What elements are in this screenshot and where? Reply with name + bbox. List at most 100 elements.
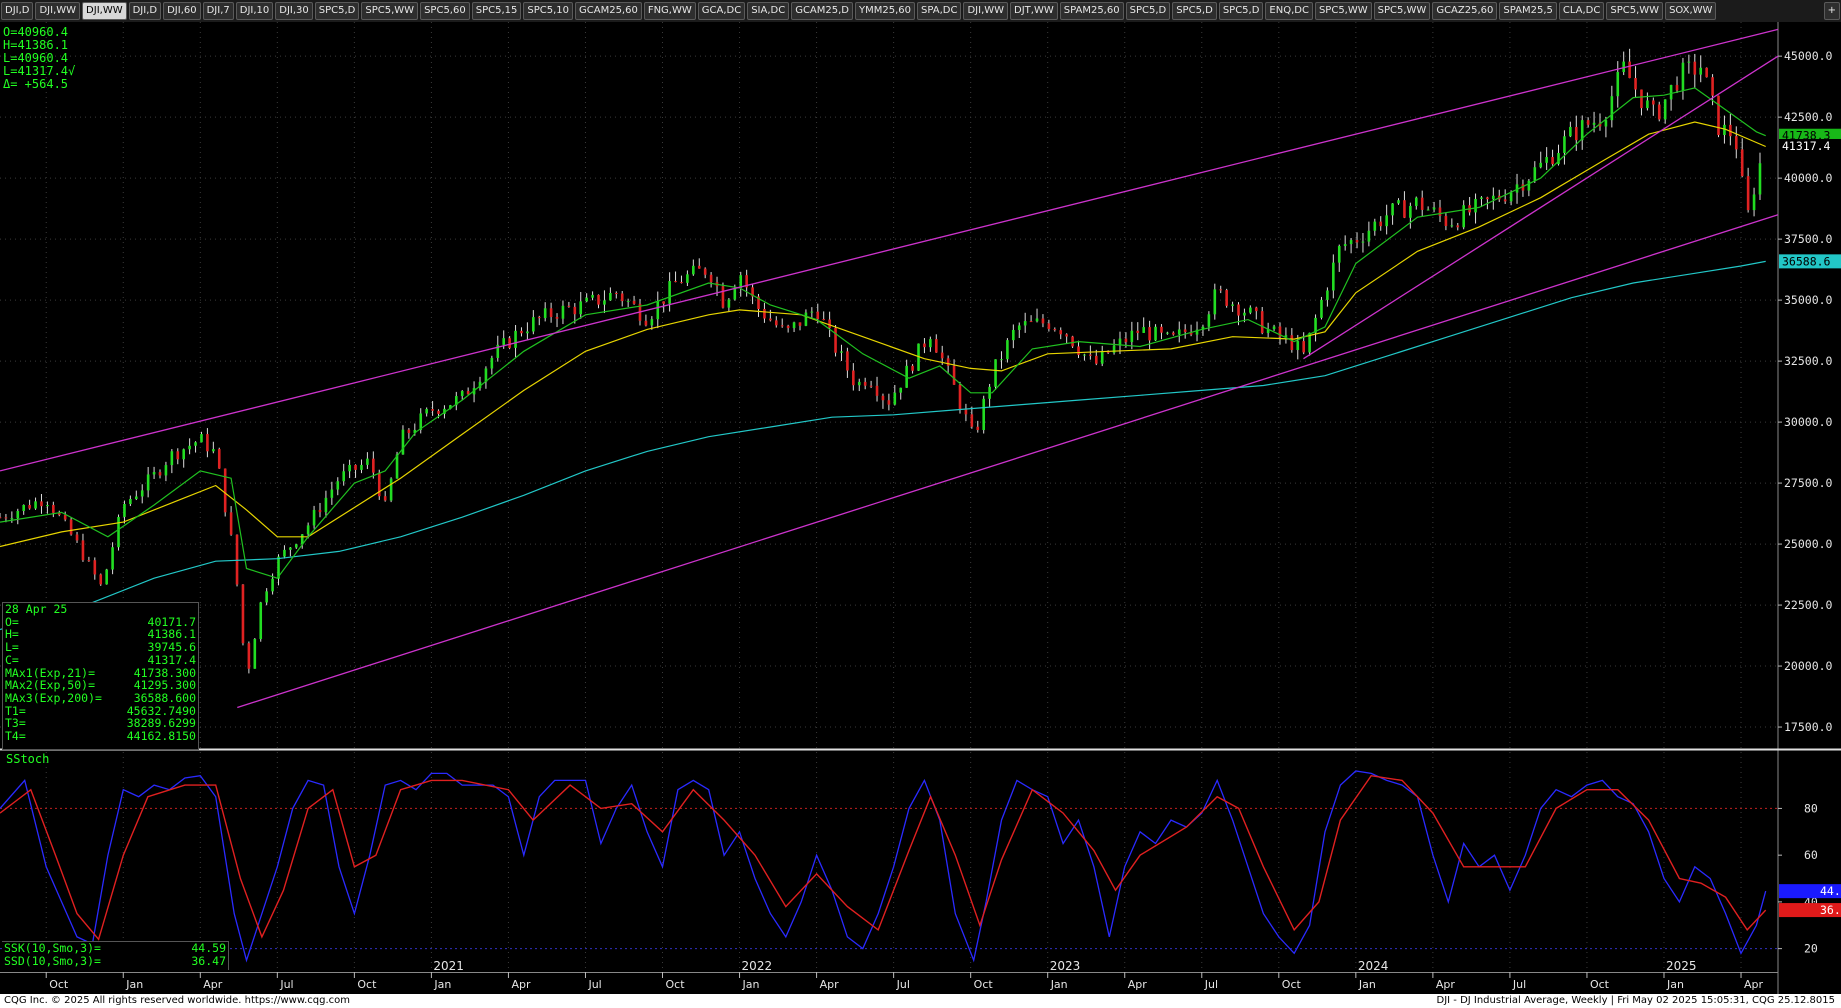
- candle-down: [964, 409, 968, 415]
- candle-up: [1646, 100, 1649, 109]
- candle-down: [1652, 100, 1655, 105]
- candle-down: [1059, 330, 1063, 335]
- symbol-tab[interactable]: CLA,DC: [1558, 2, 1605, 20]
- candle-up: [840, 351, 843, 353]
- candle-down: [1740, 149, 1744, 177]
- candle-down: [852, 370, 855, 386]
- price-axis-label: 40000.0: [1784, 171, 1833, 185]
- footer-copyright: CQG Inc. © 2025 All rights reserved worl…: [4, 995, 351, 1006]
- candle-down: [1657, 104, 1661, 120]
- candle-down: [721, 286, 725, 308]
- symbol-tab[interactable]: DJI,D: [128, 2, 162, 20]
- symbol-tab[interactable]: GCAM25,60: [575, 2, 642, 20]
- symbol-tab[interactable]: SIA,DC: [747, 2, 790, 20]
- month-label: Apr: [1436, 978, 1456, 991]
- stoch-axis-label: 20: [1804, 942, 1818, 956]
- symbol-tab[interactable]: SPC5,15: [471, 2, 522, 20]
- candle-down: [206, 434, 209, 452]
- symbol-tab[interactable]: GCAM25,D: [791, 2, 854, 20]
- candle-up: [490, 357, 494, 369]
- month-label: Apr: [820, 978, 840, 991]
- info-value: 36588.600: [133, 690, 196, 705]
- info-key: L=: [5, 640, 19, 655]
- candle-down: [407, 429, 411, 434]
- candle-down: [537, 317, 541, 319]
- info-row: L= 39745.6: [3, 641, 198, 654]
- candle-up: [1492, 195, 1495, 200]
- year-label: 2023: [1050, 959, 1081, 973]
- symbol-tab[interactable]: SPAM25,60: [1059, 2, 1124, 20]
- candle-up: [893, 392, 897, 405]
- symbol-tab[interactable]: SPC5,WW: [1606, 2, 1664, 20]
- symbol-tab[interactable]: DJI,7: [202, 2, 234, 20]
- stoch-axis-label: 60: [1804, 848, 1818, 862]
- symbol-tab[interactable]: SPC5,10: [523, 2, 573, 20]
- month-label: Jul: [279, 978, 293, 991]
- year-label: 2022: [742, 959, 773, 973]
- candle-up: [733, 288, 737, 300]
- candle-up: [146, 474, 150, 491]
- symbol-tab[interactable]: SPA,DC: [917, 2, 962, 20]
- month-label: Apr: [1128, 978, 1148, 991]
- candle-up: [283, 549, 286, 557]
- candle-up: [200, 434, 203, 443]
- candle-down: [1071, 336, 1074, 347]
- candle-down: [958, 384, 962, 410]
- symbol-tab[interactable]: SPC5,WW: [1373, 2, 1431, 20]
- candle-down: [63, 514, 67, 520]
- candle-up: [1083, 354, 1086, 356]
- symbol-tab[interactable]: SPC5,WW: [1314, 2, 1372, 20]
- candle-up: [22, 504, 26, 511]
- symbol-tab[interactable]: DJI,WW: [963, 2, 1009, 20]
- candle-down: [674, 281, 677, 283]
- symbol-tab[interactable]: DJI,30: [275, 2, 313, 20]
- symbol-tab[interactable]: YMM25,60: [855, 2, 916, 20]
- symbol-tab[interactable]: SPC5,D: [1125, 2, 1171, 20]
- candle-up: [804, 312, 808, 326]
- candle-down: [1124, 338, 1128, 343]
- ma200-price-tag: 36588.6: [1782, 254, 1831, 268]
- symbol-tab[interactable]: DJI,WW: [35, 2, 81, 20]
- symbol-tab[interactable]: FNG,WW: [643, 2, 696, 20]
- candle-down: [229, 512, 233, 535]
- symbol-tab[interactable]: DJI,D: [1, 2, 34, 20]
- candle-down: [1094, 355, 1098, 364]
- add-tab-button[interactable]: +: [1823, 2, 1840, 20]
- symbol-tab[interactable]: SOX,WW: [1665, 2, 1717, 20]
- symbol-tab[interactable]: DJI,60: [163, 2, 201, 20]
- candle-down: [4, 517, 8, 519]
- month-label: Oct: [1282, 978, 1302, 991]
- candle-down: [703, 268, 707, 275]
- symbol-tab[interactable]: DJT,WW: [1010, 2, 1058, 20]
- candle-up: [1154, 326, 1157, 341]
- candle-down: [1574, 126, 1578, 141]
- candle-down: [1290, 335, 1294, 351]
- candle-down: [81, 540, 85, 561]
- symbol-tab[interactable]: DJI,WW: [82, 2, 127, 20]
- candle-down: [1065, 334, 1068, 337]
- candle-down: [217, 449, 221, 469]
- symbol-tab[interactable]: DJI,10: [235, 2, 274, 20]
- candle-up: [117, 516, 120, 548]
- candle-up: [656, 301, 660, 320]
- stoch-row: SSD(10,Smo,3)= 36.47: [2, 955, 228, 968]
- candle-up: [1480, 197, 1483, 199]
- symbol-tab[interactable]: GCA,DC: [697, 2, 746, 20]
- chart-area[interactable]: 45000.0 42500.0 40000.0 37500.0 35000.0 32500…: [0, 22, 1841, 994]
- symbol-tab[interactable]: SPC5,D: [1172, 2, 1217, 20]
- info-key: C=: [5, 652, 19, 667]
- cursor-info-box: 28 Apr 25 O= 40171.7 H= 41386.1 L= 39745.6 C= 4…: [2, 602, 199, 750]
- candle-down: [383, 496, 387, 501]
- month-label: Jan: [1050, 978, 1068, 991]
- symbol-tab[interactable]: SPC5,D: [1218, 2, 1264, 20]
- symbol-tab[interactable]: SPC5,60: [420, 2, 470, 20]
- candle-down: [1403, 200, 1406, 218]
- month-label: Apr: [511, 978, 531, 991]
- symbol-tab[interactable]: SPC5,D: [314, 2, 360, 20]
- candle-down: [863, 381, 867, 386]
- candle-down: [466, 391, 470, 395]
- symbol-tab[interactable]: SPC5,WW: [361, 2, 419, 20]
- symbol-tab[interactable]: GCAZ25,60: [1432, 2, 1498, 20]
- symbol-tab[interactable]: SPAM25,5: [1499, 2, 1557, 20]
- symbol-tab[interactable]: ENQ,DC: [1265, 2, 1313, 20]
